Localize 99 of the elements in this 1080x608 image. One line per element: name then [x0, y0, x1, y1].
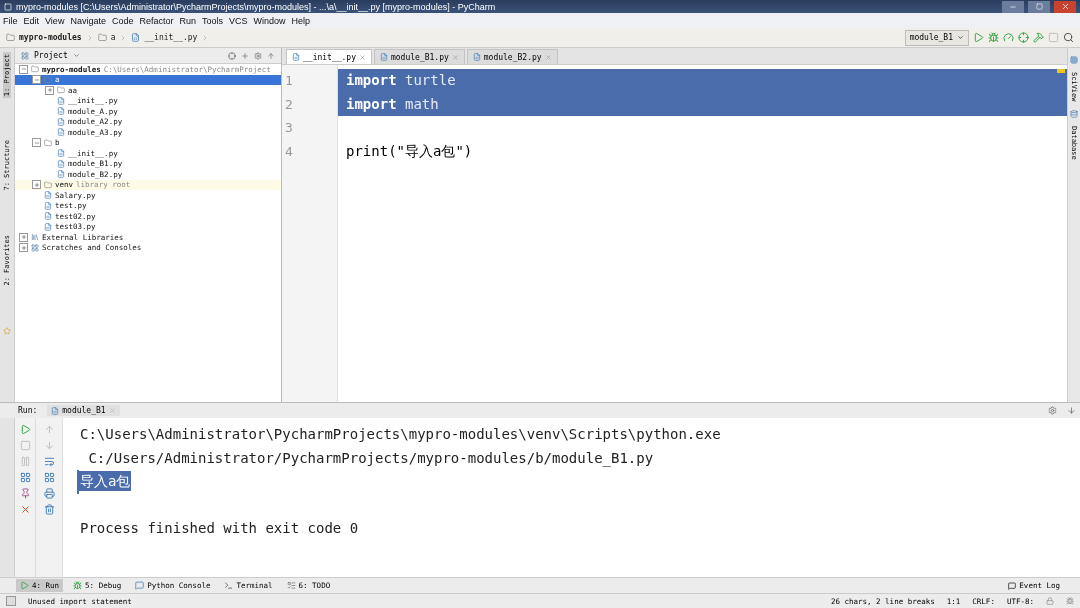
console-line: C:\Users\Administrator\PycharmProjects\mypro-modules\venv\Scripts\python.exe [79, 425, 722, 444]
close-button[interactable] [1054, 0, 1076, 13]
python-file-icon [57, 128, 65, 137]
status-icon[interactable] [6, 596, 16, 606]
caret-icon [957, 34, 964, 41]
down-arrow-icon[interactable] [43, 440, 55, 451]
editor-tab[interactable]: module_B1.py [374, 49, 465, 64]
up-arrow-icon[interactable] [43, 424, 55, 435]
sciview-icon[interactable] [1070, 56, 1078, 64]
folder-icon [97, 33, 107, 42]
wrap-icon[interactable] [43, 456, 55, 467]
folder-icon [44, 138, 52, 147]
menu-item[interactable]: Window [253, 15, 286, 26]
run-tab[interactable]: module_B1 [47, 405, 120, 416]
python-file-icon [131, 33, 141, 42]
collapse-icon[interactable] [32, 138, 41, 148]
layout-icon[interactable] [19, 472, 31, 483]
menu-item[interactable]: File [3, 15, 18, 26]
todo-icon [286, 581, 296, 590]
stop-icon[interactable] [19, 440, 31, 451]
line-number: 3 [284, 119, 294, 137]
menu-item[interactable]: View [45, 15, 65, 26]
library-icon [31, 233, 39, 242]
close-icon[interactable] [19, 504, 31, 515]
maximize-icon [1035, 3, 1043, 10]
speech-bubble-icon [1008, 581, 1017, 590]
python-file-icon [472, 53, 481, 61]
panel-title-dropdown[interactable]: Project [34, 51, 68, 60]
pause-icon[interactable] [19, 456, 31, 467]
python-file-icon [292, 53, 300, 61]
breadcrumb[interactable]: mypro-modules [19, 33, 82, 42]
panel-icon [21, 51, 29, 60]
settings-icon[interactable] [1048, 406, 1057, 415]
console-line: Process finished with exit code 0 [79, 519, 360, 538]
line-number: 2 [284, 95, 294, 114]
breadcrumb[interactable]: a [110, 33, 116, 42]
build-icon[interactable] [1033, 32, 1044, 43]
editor-tab[interactable]: __init__.py [286, 49, 372, 64]
pin-icon[interactable] [19, 488, 31, 499]
stop-icon[interactable] [1048, 32, 1059, 43]
warning-marker[interactable] [1057, 69, 1065, 73]
trash-icon[interactable] [43, 504, 55, 515]
window-title: mypro-modules [C:\Users\Administrator\PycharmProjects\mypro-modules] - ...\a\__init__.py [mypro-modules] - PyCharm [16, 1, 497, 12]
menu-item[interactable]: Code [111, 15, 134, 26]
expand-icon[interactable] [45, 85, 54, 95]
run-config-dropdown[interactable]: module_B1 [904, 29, 969, 46]
play-icon [20, 581, 29, 590]
line-number: 4 [284, 142, 294, 161]
close-icon[interactable] [451, 53, 459, 61]
menu-item[interactable]: Run [179, 15, 196, 26]
code-line: import math [346, 95, 439, 112]
collapse-icon[interactable] [19, 64, 28, 74]
search-icon[interactable] [1063, 32, 1074, 43]
folder-icon [44, 180, 52, 189]
menu-item[interactable]: VCS [229, 15, 248, 26]
python-file-icon [57, 96, 65, 105]
folder-icon [6, 33, 15, 42]
folder-icon [44, 75, 52, 84]
maximize-button[interactable] [1028, 0, 1050, 13]
database-icon[interactable] [1070, 109, 1078, 118]
caret-icon[interactable] [72, 52, 80, 59]
close-icon[interactable] [544, 53, 552, 61]
code-line: print("导入a包") [346, 142, 473, 159]
minimize-button[interactable] [1002, 0, 1024, 13]
locate-icon[interactable] [228, 51, 236, 60]
editor-tab[interactable]: module_B2.py [466, 49, 558, 64]
expand-icon[interactable] [19, 232, 28, 242]
expand-icon[interactable] [19, 243, 28, 253]
expand-all-icon[interactable] [241, 51, 249, 60]
close-icon[interactable] [359, 53, 366, 61]
menu-item[interactable]: Tools [201, 15, 223, 26]
console-line: C:/Users/Administrator/PycharmProjects/mypro-modules/b/module_B1.py [87, 448, 655, 468]
run-icon[interactable] [973, 32, 984, 43]
menu-item[interactable]: Navigate [70, 15, 106, 26]
star-icon[interactable] [3, 327, 11, 336]
menu-item[interactable]: Help [291, 15, 311, 26]
console-icon [135, 581, 145, 590]
debug-icon[interactable] [988, 32, 999, 43]
app-icon [4, 2, 12, 11]
collapse-icon[interactable] [32, 75, 41, 85]
python-file-icon [380, 53, 388, 61]
print-icon[interactable] [43, 488, 55, 499]
rerun-icon[interactable] [19, 424, 31, 435]
line-number: 1 [284, 72, 294, 90]
bug-icon [73, 581, 83, 590]
lock-icon[interactable] [1046, 597, 1054, 605]
python-file-icon [57, 170, 65, 179]
folder-icon [31, 65, 39, 74]
run-label: Run: [18, 406, 38, 415]
close-icon [1060, 2, 1070, 11]
terminal-icon [224, 581, 234, 590]
code-line: import turtle [346, 72, 456, 88]
python-file-icon [51, 406, 60, 415]
menu-item[interactable]: Edit [23, 15, 40, 26]
menu-item[interactable]: Refactor [139, 15, 174, 26]
folder-icon [57, 86, 65, 95]
expand-icon[interactable] [32, 180, 41, 190]
breadcrumb[interactable]: __init__.py [144, 33, 198, 42]
settings-icon[interactable] [254, 51, 262, 60]
